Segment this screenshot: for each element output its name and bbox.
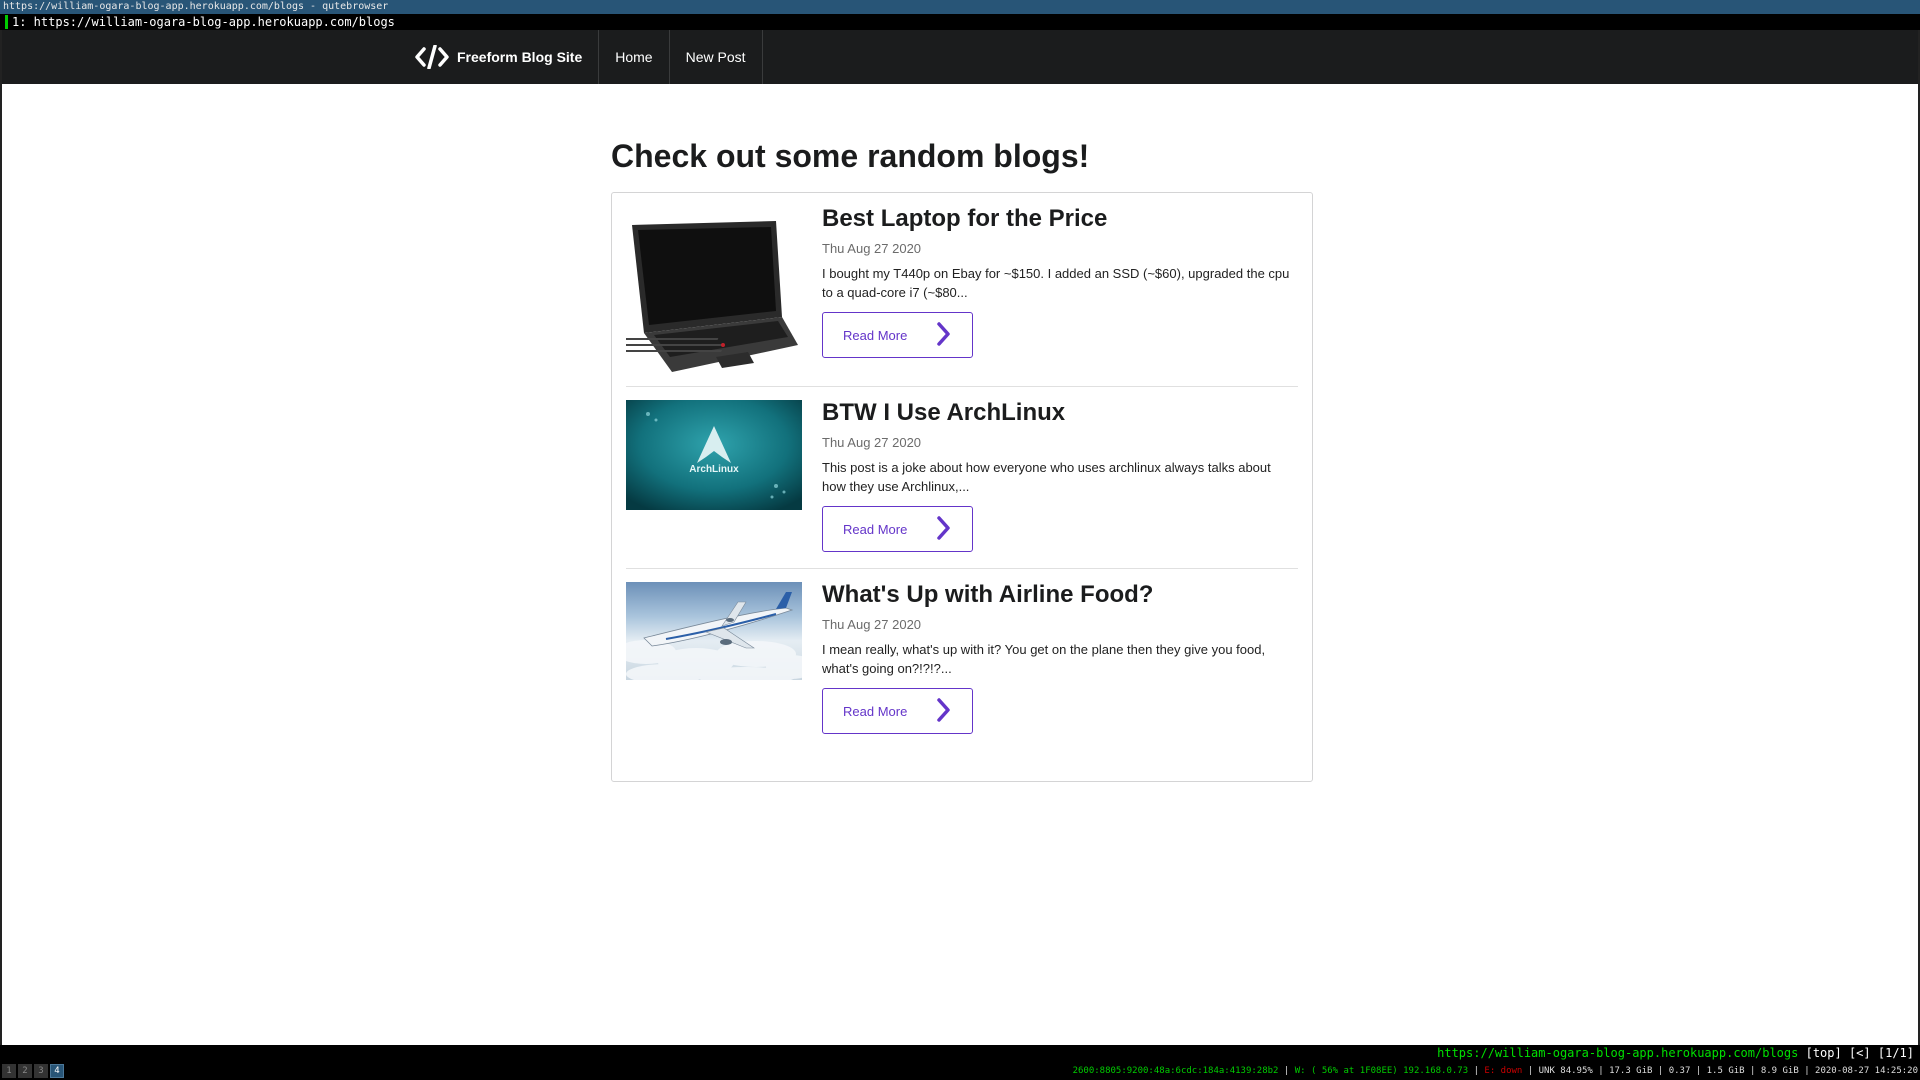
workspace-button[interactable]: 1 bbox=[2, 1064, 16, 1078]
memory-avail-status: 8.9 GiB bbox=[1760, 1066, 1799, 1076]
blog-excerpt: This post is a joke about how everyone w… bbox=[822, 460, 1271, 494]
window-title: https://william-ogara-blog-app.herokuapp… bbox=[3, 1, 389, 12]
memory-used-status: 1.5 GiB bbox=[1706, 1066, 1745, 1076]
blog-date: Thu Aug 27 2020 bbox=[822, 435, 922, 450]
blog-item: ArchLinux BTW I Use ArchLinux Thu Aug 27… bbox=[626, 386, 1298, 568]
blog-item: What's Up with Airline Food? Thu Aug 27 … bbox=[626, 568, 1298, 768]
blog-date: Thu Aug 27 2020 bbox=[822, 617, 922, 632]
blog-item: Best Laptop for the Price Thu Aug 27 202… bbox=[626, 205, 1298, 385]
window-titlebar: https://william-ogara-blog-app.herokuapp… bbox=[0, 0, 1920, 14]
page-viewport: Freeform Blog Site Home New Post Check o… bbox=[0, 30, 1920, 1045]
blog-thumbnail-archlinux[interactable]: ArchLinux bbox=[626, 400, 802, 510]
read-more-button[interactable]: Read More bbox=[822, 506, 973, 552]
blog-thumbnail-laptop[interactable] bbox=[626, 207, 802, 375]
browser-statusbar: https://william-ogara-blog-app.herokuapp… bbox=[0, 1045, 1920, 1062]
status-tab-index: [1/1] bbox=[1877, 1046, 1914, 1060]
ipv6-status: 2600:8805:9200:48a:6cdc:184a:4139:28b2 bbox=[1072, 1066, 1279, 1076]
tab-1[interactable]: 1: https://william-ogara-blog-app.heroku… bbox=[12, 14, 395, 30]
read-more-label: Read More bbox=[843, 521, 908, 537]
workspace-button[interactable]: 3 bbox=[34, 1064, 48, 1078]
blog-thumbnail-airplane[interactable] bbox=[626, 582, 802, 680]
workspace-button[interactable]: 2 bbox=[18, 1064, 32, 1078]
blog-excerpt: I bought my T440p on Ebay for ~$150. I a… bbox=[822, 266, 1290, 300]
tab-indicator bbox=[5, 15, 8, 29]
ethernet-status: E: down bbox=[1484, 1066, 1523, 1076]
i3-bar: 1 2 3 4 2600:8805:9200:48a:6cdc:184a:413… bbox=[0, 1062, 1920, 1080]
nav-new-post[interactable]: New Post bbox=[670, 30, 763, 84]
read-more-button[interactable]: Read More bbox=[822, 312, 973, 358]
brand-link[interactable]: Freeform Blog Site bbox=[401, 30, 600, 84]
blog-list: Best Laptop for the Price Thu Aug 27 202… bbox=[611, 192, 1313, 782]
chevron-right-icon bbox=[936, 321, 952, 350]
tab-bar: 1: https://william-ogara-blog-app.heroku… bbox=[0, 14, 1920, 30]
workspace-list: 1 2 3 4 bbox=[2, 1064, 66, 1078]
status-url: https://william-ogara-blog-app.herokuapp… bbox=[1437, 1046, 1799, 1060]
chevron-right-icon bbox=[936, 697, 952, 726]
blog-date: Thu Aug 27 2020 bbox=[822, 241, 922, 256]
chevron-right-icon bbox=[936, 515, 952, 544]
blog-title[interactable]: Best Laptop for the Price bbox=[822, 205, 1298, 233]
blog-title[interactable]: What's Up with Airline Food? bbox=[822, 581, 1298, 609]
page-title: Check out some random blogs! bbox=[611, 138, 1090, 174]
battery-status: UNK 84.95% bbox=[1538, 1066, 1593, 1076]
clock: 2020-08-27 14:25:20 bbox=[1815, 1066, 1918, 1076]
brand-name: Freeform Blog Site bbox=[457, 49, 583, 65]
top-navbar: Freeform Blog Site Home New Post bbox=[2, 30, 1918, 84]
i3-status-line: 2600:8805:9200:48a:6cdc:184a:4139:28b2 |… bbox=[1072, 1066, 1918, 1076]
code-icon bbox=[415, 45, 449, 69]
blog-excerpt: I mean really, what's up with it? You ge… bbox=[822, 642, 1266, 676]
archlinux-logo-text: ArchLinux bbox=[689, 464, 739, 475]
wifi-status: W: ( 56% at 1F08EE) 192.168.0.73 bbox=[1294, 1066, 1469, 1076]
read-more-button[interactable]: Read More bbox=[822, 688, 973, 734]
status-position: [top] bbox=[1805, 1046, 1842, 1060]
workspace-button-active[interactable]: 4 bbox=[50, 1064, 64, 1078]
disk-status: 17.3 GiB bbox=[1609, 1066, 1653, 1076]
status-history: [<] bbox=[1848, 1046, 1871, 1060]
blog-title[interactable]: BTW I Use ArchLinux bbox=[822, 399, 1298, 427]
load-status: 0.37 bbox=[1668, 1066, 1691, 1076]
nav-home[interactable]: Home bbox=[599, 30, 670, 84]
read-more-label: Read More bbox=[843, 327, 908, 343]
read-more-label: Read More bbox=[843, 703, 908, 719]
